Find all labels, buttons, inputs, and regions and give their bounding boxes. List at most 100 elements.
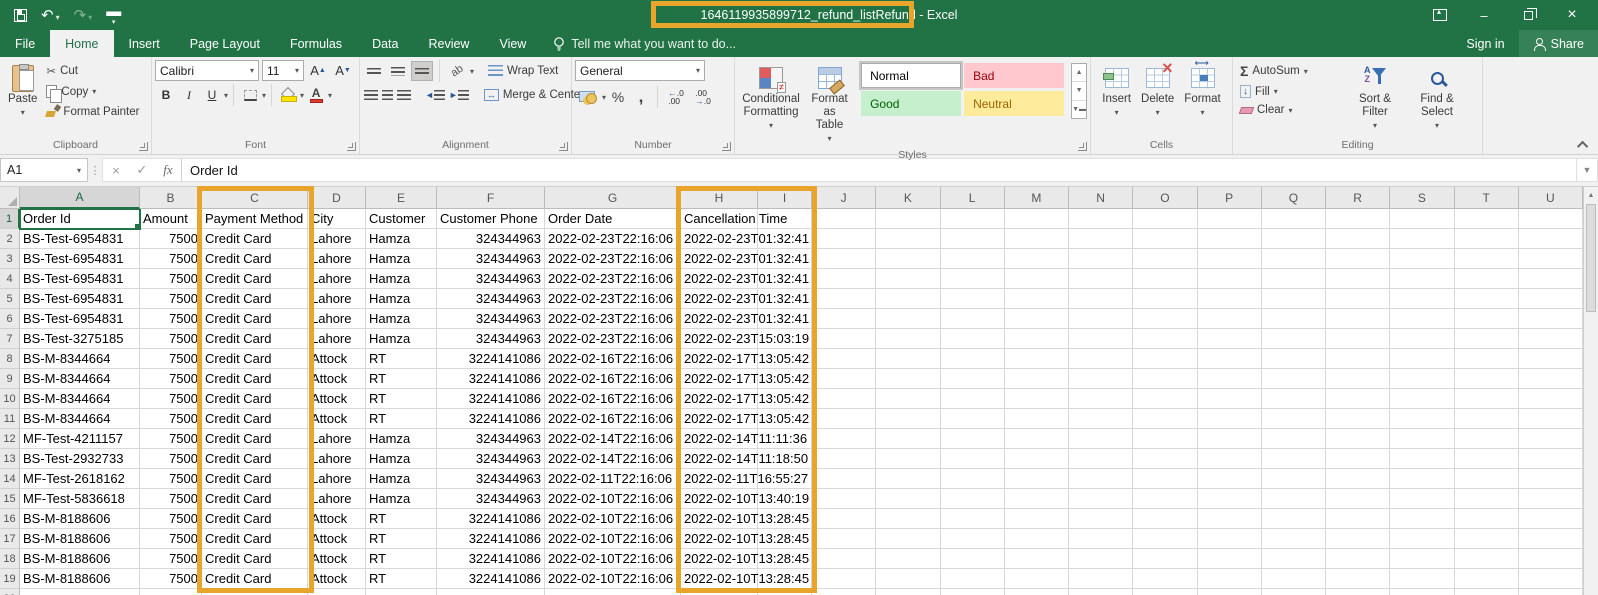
tab-review[interactable]: Review [413,30,484,57]
cell-L18[interactable] [941,549,1005,569]
cell-N17[interactable] [1069,529,1133,549]
cell-L17[interactable] [941,529,1005,549]
row-header-15[interactable]: 15 [0,489,20,509]
cell-F15[interactable]: 324344963 [437,489,545,509]
cell-C11[interactable]: Credit Card [202,409,308,429]
cell-E20[interactable] [366,589,437,595]
cell-T18[interactable] [1455,549,1519,569]
cell-G5[interactable]: 2022-02-23T22:16:06 [545,289,681,309]
row-header-2[interactable]: 2 [0,229,20,249]
cell-T5[interactable] [1455,289,1519,309]
cell-H6[interactable]: 2022-02-23T01:32:41 [681,309,758,329]
cell-E1[interactable]: Customer [366,209,437,229]
cell-K7[interactable] [876,329,940,349]
accounting-caret-icon[interactable]: ▾ [602,93,606,102]
cell-G1[interactable]: Order Date [545,209,681,229]
cell-T10[interactable] [1455,389,1519,409]
cell-R17[interactable] [1326,529,1390,549]
cell-G15[interactable]: 2022-02-10T22:16:06 [545,489,681,509]
cell-O8[interactable] [1133,349,1197,369]
cell-K1[interactable] [876,209,940,229]
cell-G6[interactable]: 2022-02-23T22:16:06 [545,309,681,329]
cell-G16[interactable]: 2022-02-10T22:16:06 [545,509,681,529]
cell-A13[interactable]: BS-Test-2932733 [20,449,140,469]
cell-D1[interactable]: City [308,209,366,229]
cell-D7[interactable]: Lahore [308,329,366,349]
cell-M1[interactable] [1005,209,1069,229]
cell-U9[interactable] [1519,369,1583,389]
cell-A2[interactable]: BS-Test-6954831 [20,229,140,249]
row-header-5[interactable]: 5 [0,289,20,309]
column-header-Q[interactable]: Q [1262,187,1326,209]
cell-G18[interactable]: 2022-02-10T22:16:06 [545,549,681,569]
cell-L4[interactable] [941,269,1005,289]
cell-K3[interactable] [876,249,940,269]
cell-R9[interactable] [1326,369,1390,389]
cell-K10[interactable] [876,389,940,409]
cell-D10[interactable]: Attock [308,389,366,409]
cell-S14[interactable] [1390,469,1454,489]
cell-U5[interactable] [1519,289,1583,309]
font-dialog-launcher-icon[interactable] [347,142,356,151]
cell-H5[interactable]: 2022-02-23T01:32:41 [681,289,758,309]
row-header-11[interactable]: 11 [0,409,20,429]
cell-T1[interactable] [1455,209,1519,229]
row-header-12[interactable]: 12 [0,429,20,449]
cell-Q16[interactable] [1262,509,1326,529]
cell-F19[interactable]: 3224141086 [437,569,545,589]
cell-P18[interactable] [1198,549,1262,569]
cell-J16[interactable] [812,509,876,529]
cell-M19[interactable] [1005,569,1069,589]
cell-A15[interactable]: MF-Test-5836618 [20,489,140,509]
cell-D19[interactable]: Attock [308,569,366,589]
align-center-button[interactable] [381,85,394,105]
cell-A12[interactable]: MF-Test-4211157 [20,429,140,449]
row-header-10[interactable]: 10 [0,389,20,409]
cell-C3[interactable]: Credit Card [202,249,308,269]
cell-J4[interactable] [812,269,876,289]
cell-E14[interactable]: Hamza [366,469,437,489]
cell-E6[interactable]: Hamza [366,309,437,329]
scroll-up-icon[interactable]: ▲ [1584,187,1598,203]
cell-L14[interactable] [941,469,1005,489]
style-normal[interactable]: Normal [861,63,961,88]
cell-F9[interactable]: 3224141086 [437,369,545,389]
cell-L5[interactable] [941,289,1005,309]
cell-G8[interactable]: 2022-02-16T22:16:06 [545,349,681,369]
cell-O5[interactable] [1133,289,1197,309]
cell-H3[interactable]: 2022-02-23T01:32:41 [681,249,758,269]
cell-H10[interactable]: 2022-02-17T13:05:42 [681,389,758,409]
orientation-caret-icon[interactable]: ▾ [470,67,474,76]
cell-A1[interactable]: Order Id [20,209,140,229]
cell-D18[interactable]: Attock [308,549,366,569]
cell-E15[interactable]: Hamza [366,489,437,509]
cell-B1[interactable]: Amount [140,209,202,229]
cell-P6[interactable] [1198,309,1262,329]
cell-J18[interactable] [812,549,876,569]
delete-cells-button[interactable]: Delete ▾ [1136,60,1179,122]
cell-D5[interactable]: Lahore [308,289,366,309]
font-color-button[interactable]: A [305,85,327,105]
cell-K15[interactable] [876,489,940,509]
cell-J11[interactable] [812,409,876,429]
cell-P19[interactable] [1198,569,1262,589]
cell-J8[interactable] [812,349,876,369]
cell-D4[interactable]: Lahore [308,269,366,289]
cell-G4[interactable]: 2022-02-23T22:16:06 [545,269,681,289]
cell-G12[interactable]: 2022-02-14T22:16:06 [545,429,681,449]
cell-P4[interactable] [1198,269,1262,289]
decrease-font-size-button[interactable]: A▼ [332,61,354,81]
cell-L19[interactable] [941,569,1005,589]
cell-U16[interactable] [1519,509,1583,529]
cell-Q2[interactable] [1262,229,1326,249]
cell-O17[interactable] [1133,529,1197,549]
cell-Q13[interactable] [1262,449,1326,469]
cancel-icon[interactable]: × [103,163,129,178]
cell-C2[interactable]: Credit Card [202,229,308,249]
cell-H19[interactable]: 2022-02-10T13:28:45 [681,569,758,589]
cell-C9[interactable]: Credit Card [202,369,308,389]
cell-A10[interactable]: BS-M-8344664 [20,389,140,409]
column-header-S[interactable]: S [1390,187,1454,209]
decrease-indent-button[interactable]: ◄ [424,85,446,105]
cell-R12[interactable] [1326,429,1390,449]
